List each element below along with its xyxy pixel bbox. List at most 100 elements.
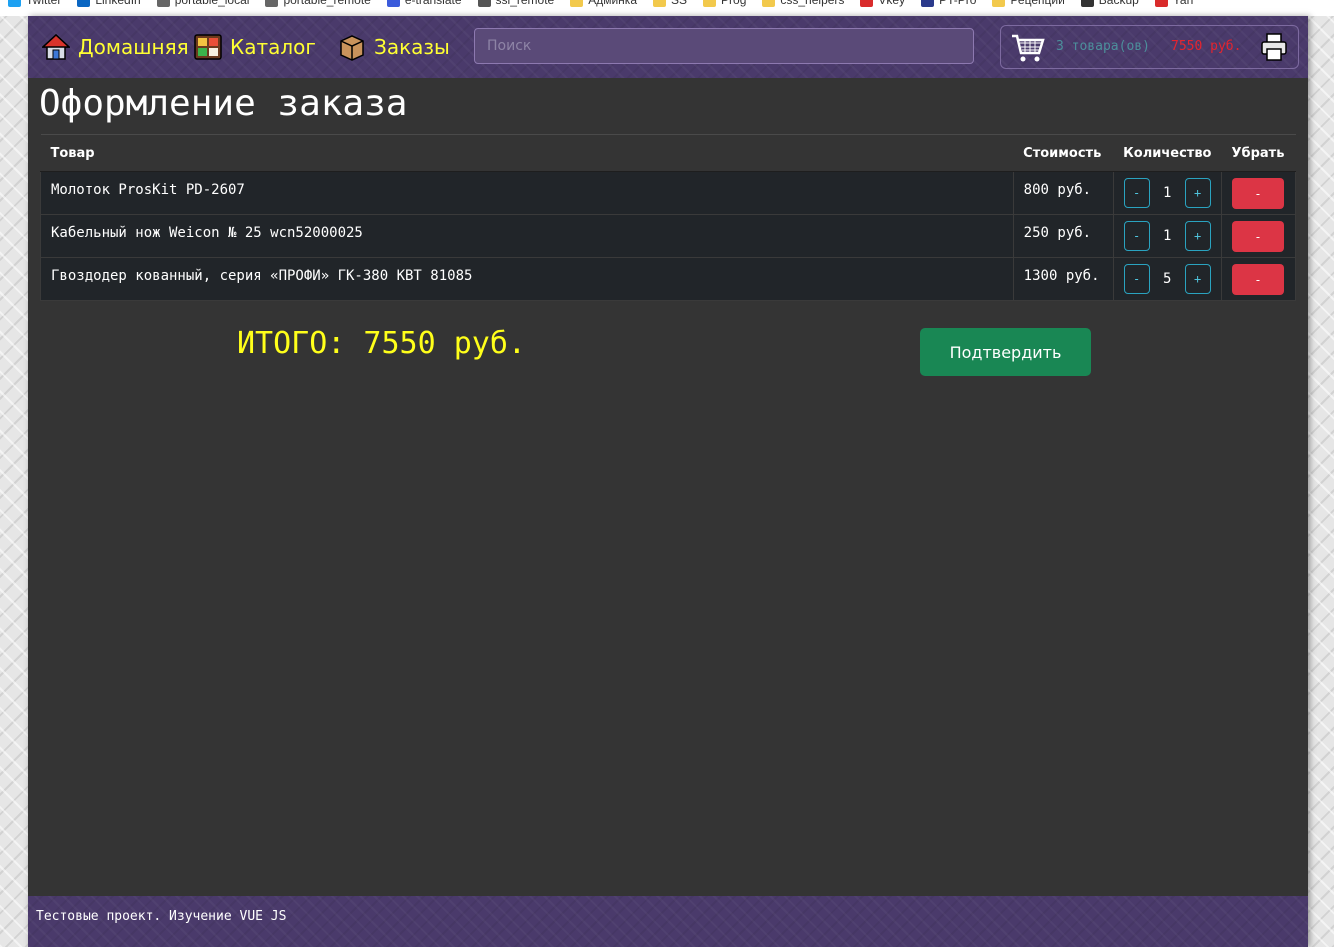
product-price: 800 руб. — [1012, 171, 1114, 215]
bookmark-label: Twitter — [26, 0, 62, 7]
bookmark-label: portable_remote — [283, 0, 371, 7]
product-price: 1300 руб. — [1012, 257, 1114, 301]
bookmark-label: Yan — [1172, 0, 1194, 7]
nav-orders-label: Заказы — [374, 35, 450, 59]
table-row: Молоток ProsKit PD-2607 800 руб. - 1 + - — [40, 171, 1297, 215]
bookmark-icon — [1154, 0, 1168, 7]
bookmark-item[interactable]: Prog — [703, 0, 746, 7]
table-row: Кабельный нож Weicon № 25 wcn52000025 25… — [40, 214, 1297, 258]
increase-button[interactable]: + — [1184, 178, 1211, 208]
product-name: Молоток ProsKit PD-2607 — [40, 171, 1014, 215]
bookmark-icon — [762, 0, 776, 7]
bookmark-label: e-translate — [404, 0, 462, 7]
quantity-stepper: - 5 + — [1112, 257, 1222, 301]
quantity-value: 5 — [1162, 271, 1172, 287]
bookmark-icon — [477, 0, 491, 7]
bookmark-icon — [653, 0, 666, 7]
quantity-stepper: - 1 + — [1112, 214, 1222, 258]
bookmark-item[interactable]: Vkey — [860, 0, 905, 7]
product-name: Гвоздодер кованный, серия «ПРОФИ» ГК-380… — [40, 257, 1014, 301]
remove-button[interactable]: - — [1231, 178, 1284, 209]
remove-cell: - — [1220, 171, 1297, 215]
bookmark-icon — [860, 0, 874, 7]
bookmark-item[interactable]: Рецепции — [992, 0, 1065, 7]
quantity-value: 1 — [1162, 185, 1172, 201]
bookmark-label: LinkedIn — [95, 0, 141, 7]
increase-button[interactable]: + — [1184, 221, 1211, 251]
nav-catalog-link[interactable]: Каталог — [194, 30, 316, 64]
page-title: Оформление заказа — [39, 83, 408, 124]
column-header-product: Товар — [40, 134, 1014, 172]
catalog-icon — [194, 34, 222, 60]
bookmark-item[interactable]: Backup — [1080, 0, 1139, 7]
bookmark-icon — [8, 0, 21, 7]
cart-summary[interactable]: 3 товара(ов) 7550 руб. — [1000, 25, 1299, 69]
bookmark-icon — [570, 0, 584, 7]
quantity-value: 1 — [1162, 228, 1172, 244]
bookmark-item[interactable]: SS — [653, 0, 687, 7]
bookmark-item[interactable]: Yan — [1154, 0, 1194, 7]
remove-button[interactable]: - — [1231, 221, 1284, 252]
bookmark-item[interactable]: LinkedIn — [77, 0, 141, 7]
nav-catalog-label: Каталог — [230, 35, 316, 59]
package-icon — [340, 35, 364, 61]
bookmark-item[interactable]: portable_remote — [265, 0, 371, 7]
bookmark-icon — [703, 0, 717, 7]
order-table: Товар Стоимость Количество Убрать Молото… — [40, 134, 1297, 301]
column-header-price: Стоимость — [1013, 134, 1114, 172]
remove-cell: - — [1220, 257, 1297, 301]
bookmark-icon — [77, 0, 91, 7]
bookmark-icon — [921, 0, 935, 7]
cart-count: 3 товара(ов) — [1056, 39, 1150, 54]
bookmark-label: Рецепции — [1010, 0, 1065, 7]
house-icon — [42, 33, 70, 60]
column-header-quantity: Количество — [1113, 134, 1222, 172]
nav-home-label: Домашняя — [78, 35, 189, 59]
footer: Тестовые проект. Изучение VUE JS — [28, 896, 1308, 947]
bookmark-label: Prog — [721, 0, 747, 7]
decrease-button[interactable]: - — [1123, 178, 1150, 208]
printer-icon[interactable] — [1261, 33, 1287, 61]
increase-button[interactable]: + — [1184, 264, 1211, 294]
bookmark-label: PT-Pro — [939, 0, 977, 7]
app-window: Домашняя Каталог Заказы Поиск 3 товара(о… — [28, 16, 1308, 947]
bookmark-item[interactable]: css_helpers — [762, 0, 844, 7]
bookmark-icon — [386, 0, 400, 7]
bookmark-icon — [1080, 0, 1094, 7]
bookmark-label: ssl_remote — [495, 0, 555, 7]
bookmark-item[interactable]: Админка — [570, 0, 637, 7]
decrease-button[interactable]: - — [1123, 221, 1150, 251]
bookmark-label: Vkey — [878, 0, 906, 7]
footer-text: Тестовые проект. Изучение VUE JS — [36, 909, 287, 924]
product-name: Кабельный нож Weicon № 25 wcn52000025 — [40, 214, 1014, 258]
bookmark-label: css_helpers — [780, 0, 845, 7]
bookmark-item[interactable]: portable_local — [156, 0, 250, 7]
bookmark-label: portable_local — [174, 0, 250, 7]
bookmark-icon — [992, 0, 1006, 7]
table-row: Гвоздодер кованный, серия «ПРОФИ» ГК-380… — [40, 257, 1297, 301]
nav-home-link[interactable]: Домашняя — [42, 30, 189, 64]
bookmark-label: Backup — [1098, 0, 1139, 7]
remove-button[interactable]: - — [1231, 264, 1284, 295]
bookmark-item[interactable]: PT-Pro — [921, 0, 976, 7]
confirm-button[interactable]: Подтвердить — [920, 328, 1091, 376]
product-price: 250 руб. — [1012, 214, 1114, 258]
nav-orders-link[interactable]: Заказы — [338, 30, 450, 64]
bookmarks-bar: Twitter LinkedIn portable_local portable_re… — [0, 0, 1334, 16]
shopping-cart-icon — [1012, 34, 1045, 62]
bookmark-label: Админка — [588, 0, 637, 7]
search-input[interactable] — [474, 28, 974, 64]
bookmark-icon — [156, 0, 170, 7]
remove-cell: - — [1220, 214, 1297, 258]
order-total: ИТОГО: 7550 руб. — [237, 326, 526, 361]
bookmark-item[interactable]: ssl_remote — [477, 0, 555, 7]
navbar: Домашняя Каталог Заказы Поиск 3 товара(о… — [28, 16, 1308, 78]
decrease-button[interactable]: - — [1123, 264, 1150, 294]
bookmark-icon — [265, 0, 279, 7]
column-header-remove: Убрать — [1221, 134, 1296, 172]
bookmark-label: SS — [671, 0, 688, 7]
bookmark-item[interactable]: Twitter — [8, 0, 61, 7]
bookmark-item[interactable]: e-translate — [386, 0, 462, 7]
cart-total: 7550 руб. — [1171, 39, 1242, 54]
table-header-row: Товар Стоимость Количество Убрать — [40, 134, 1296, 172]
